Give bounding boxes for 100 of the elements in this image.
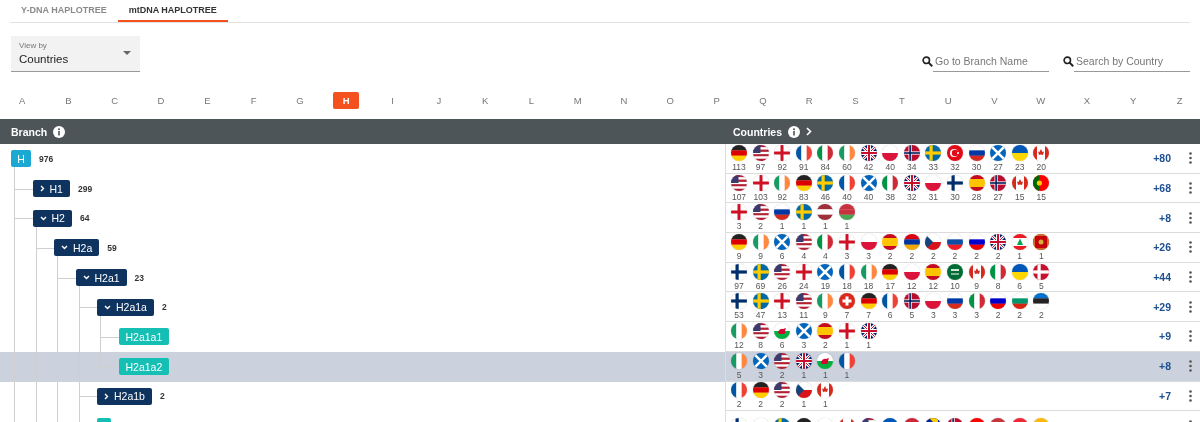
letter-filter[interactable]: M <box>564 91 591 109</box>
country-count: 9 <box>974 280 979 291</box>
tree-row[interactable]: H1 299 107 103 92 83 46 40 40 38 32 31 30 28 27 15 15 +68 <box>0 173 1200 204</box>
letter-filter[interactable]: J <box>425 91 452 109</box>
country-count: 1 <box>823 369 828 380</box>
country-count: 2 <box>779 399 785 410</box>
letter-filter[interactable]: O <box>657 91 684 109</box>
flag-icon <box>731 174 747 191</box>
chevron-right-icon[interactable] <box>39 185 45 193</box>
flag-icon <box>903 174 920 191</box>
letter-filter[interactable]: I <box>379 91 406 109</box>
letter-filter[interactable]: K <box>472 91 499 109</box>
letter-filter[interactable]: R <box>796 91 823 109</box>
more-options-icon[interactable] <box>1189 360 1192 373</box>
letter-filter[interactable]: V <box>981 91 1008 109</box>
tab[interactable]: Y-DNA HAPLOTREE <box>10 0 118 22</box>
letter-filter[interactable]: Y <box>1120 91 1147 109</box>
branch-node[interactable]: H2a1b <box>97 387 152 405</box>
more-countries-link[interactable]: +8 <box>1159 211 1171 224</box>
letter-filter[interactable]: B <box>55 91 82 109</box>
letter-filter[interactable]: U <box>935 91 962 109</box>
branch-node[interactable]: H2a <box>54 239 100 257</box>
flag-icon <box>1033 233 1050 250</box>
branch-count: 299 <box>77 183 93 194</box>
tree-row[interactable]: H2a1b 2 2 2 2 1 1 +7 <box>0 381 1200 412</box>
tree-row[interactable]: H2a 59 9 9 6 4 4 3 3 2 2 2 2 2 2 1 1 +26 <box>0 233 1200 263</box>
more-countries-link[interactable]: +26 <box>1153 241 1171 254</box>
letter-filter[interactable]: W <box>1027 91 1054 109</box>
branch-node[interactable]: H2a1a <box>97 298 154 316</box>
letter-filter[interactable]: S <box>842 91 869 109</box>
letter-filter[interactable]: C <box>101 91 128 109</box>
chevron-down-icon[interactable] <box>61 245 68 251</box>
more-countries-link[interactable]: +7 <box>1159 389 1171 402</box>
more-countries-link[interactable]: +29 <box>1153 300 1171 313</box>
flag-icon <box>990 263 1007 280</box>
country-count: 2 <box>909 250 915 261</box>
branch-node[interactable]: H1 <box>32 180 70 198</box>
caret-icon <box>123 51 131 55</box>
branch-node[interactable]: H2 <box>32 209 72 227</box>
chevron-down-icon[interactable] <box>39 215 47 221</box>
flag-icon <box>817 382 834 399</box>
more-options-icon[interactable] <box>1189 241 1192 254</box>
flag-icon <box>838 322 855 339</box>
letter-filter[interactable]: F <box>240 91 267 109</box>
flag-icon <box>774 204 791 221</box>
more-options-icon[interactable] <box>1189 330 1192 343</box>
more-options-icon[interactable] <box>1189 271 1192 284</box>
tree-row[interactable]: H2 64 3 2 1 1 1 1 +8 <box>0 203 1200 234</box>
letter-filter[interactable]: D <box>148 91 175 109</box>
letter-filter[interactable]: P <box>703 91 730 109</box>
country-count: 113 <box>732 161 746 172</box>
more-options-icon[interactable] <box>1189 300 1192 313</box>
view-by-dropdown[interactable]: View by Countries <box>11 36 140 72</box>
flag-icon <box>903 233 920 250</box>
letter-filter[interactable]: Z <box>1166 91 1193 109</box>
more-options-icon[interactable] <box>1189 211 1192 224</box>
letter-filter[interactable]: A <box>9 91 36 109</box>
more-countries-link[interactable]: +44 <box>1153 271 1171 284</box>
branch-node[interactable]: H2a1 <box>75 269 127 287</box>
search-field[interactable]: Go to Branch Name <box>933 51 1049 72</box>
chevron-down-icon[interactable] <box>82 275 90 281</box>
more-countries-link[interactable]: +8 <box>1159 360 1171 373</box>
tree-row[interactable]: H2a1a2 5 3 2 1 1 1 +8 <box>0 351 1200 382</box>
country-count: 3 <box>974 310 979 321</box>
letter-filter[interactable]: L <box>518 91 545 109</box>
tree-row[interactable]: H2a1a1 12 8 6 3 2 1 1 +9 <box>0 322 1200 352</box>
flag-icon <box>795 293 812 310</box>
info-icon[interactable] <box>788 125 800 138</box>
letter-filter[interactable]: T <box>888 91 915 109</box>
more-countries-link[interactable]: +9 <box>1159 330 1171 343</box>
chevron-down-icon[interactable] <box>104 304 111 310</box>
country-count: 6 <box>779 339 785 350</box>
country-count: 32 <box>907 191 917 202</box>
info-icon[interactable] <box>53 125 66 138</box>
flag-icon <box>838 352 855 369</box>
chevron-right-icon[interactable] <box>806 127 812 136</box>
more-countries-link[interactable]: +68 <box>1153 182 1171 195</box>
country-count: 1 <box>844 369 850 380</box>
search-field[interactable]: Search by Country <box>1074 51 1190 72</box>
more-options-icon[interactable] <box>1189 389 1192 402</box>
more-options-icon[interactable] <box>1189 152 1192 165</box>
more-options-icon[interactable] <box>1189 182 1192 195</box>
flag-icon <box>731 293 747 310</box>
letter-filter[interactable]: H <box>333 91 360 109</box>
tab[interactable]: mtDNA HAPLOTREE <box>117 0 228 22</box>
letter-filter[interactable]: G <box>286 91 313 109</box>
letter-filter[interactable]: N <box>611 91 637 109</box>
letter-filter[interactable]: E <box>194 91 221 109</box>
letter-filter[interactable]: Q <box>749 91 776 109</box>
country-count: 9 <box>758 250 763 261</box>
chevron-right-icon[interactable] <box>104 392 109 400</box>
country-count: 7 <box>866 310 871 321</box>
letter-filter[interactable]: X <box>1073 91 1100 109</box>
country-count: 20 <box>1036 161 1047 172</box>
flag-icon <box>860 144 877 161</box>
tree-row[interactable]: H2a1a 2 53 47 13 11 9 7 7 6 5 3 3 3 2 2 2 +29 <box>0 292 1200 323</box>
tree-row[interactable]: H 976 113 97 92 91 84 60 42 40 34 33 32 30 27 23 20 +80 <box>0 144 1200 174</box>
more-countries-link[interactable]: +80 <box>1153 152 1171 165</box>
branch-node[interactable]: H <box>11 150 31 168</box>
tree-row[interactable]: H2a1 23 97 69 26 24 19 18 18 17 12 12 10 9 8 6 5 +44 <box>0 262 1200 293</box>
